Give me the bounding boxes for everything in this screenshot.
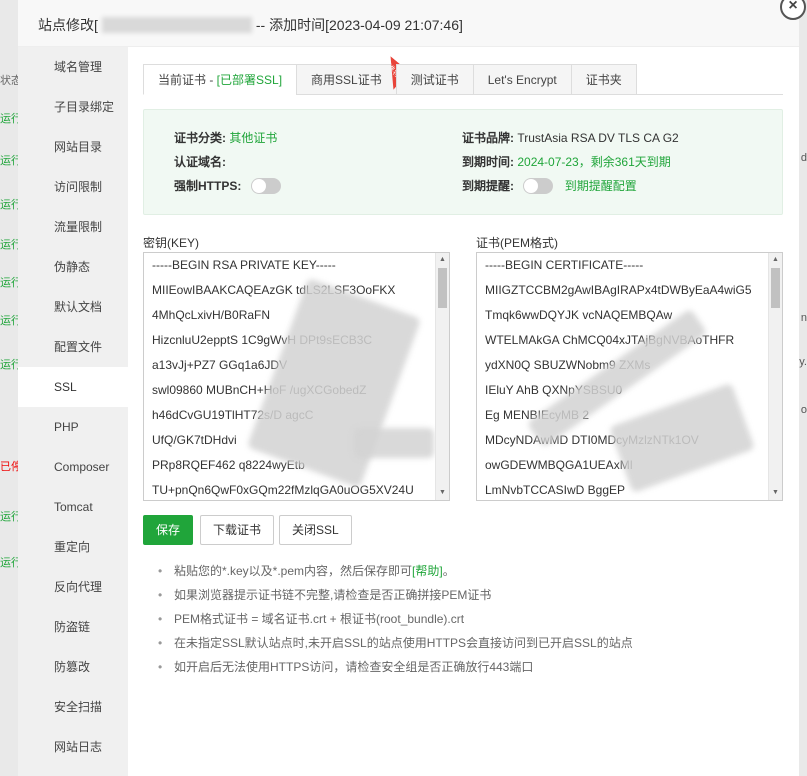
tip-1-text: 粘贴您的*.key以及*.pem内容，然后保存即可 [174,564,413,578]
sidebar-item-domains[interactable]: 域名管理 [18,47,128,87]
sidebar-item-reverse-proxy[interactable]: 反向代理 [18,567,128,607]
sidebar-item-config-file[interactable]: 配置文件 [18,327,128,367]
help-link[interactable]: [帮助] [412,564,443,578]
sidebar-item-composer[interactable]: Composer [18,447,128,487]
force-https-row: 强制HTTPS: [174,176,281,196]
sidebar-item-tamper-proof[interactable]: 防篡改 [18,647,128,687]
cert-brand-row: 证书品牌: TrustAsia RSA DV TLS CA G2 [462,128,679,148]
sidebar-item-default-doc[interactable]: 默认文档 [18,287,128,327]
site-edit-dialog: 站点修改[ -- 添加时间[2023-04-09 21:07:46] 域名管理 子… [18,0,799,776]
tip-item: PEM格式证书 = 域名证书.crt + 根证书(root_bundle).cr… [158,607,633,631]
sidebar-item-site-logs[interactable]: 网站日志 [18,727,128,767]
scroll-down-arrow-icon[interactable]: ▼ [769,486,782,500]
ssl-deployed-status: [已部署SSL] [216,73,283,87]
sidebar-item-access-limit[interactable]: 访问限制 [18,167,128,207]
sidebar-item-subdir-binding[interactable]: 子目录绑定 [18,87,128,127]
expiry-reminder-toggle[interactable] [523,178,554,194]
sidebar-item-redirect[interactable]: 重定向 [18,527,128,567]
redacted-site-name [101,17,252,33]
settings-sidebar: 域名管理 子目录绑定 网站目录 访问限制 流量限制 伪静态 默认文档 配置文件 … [18,47,128,776]
tab-letsencrypt[interactable]: Let's Encrypt [472,64,571,95]
bg-fragment: d [800,152,807,164]
tab-test-cert[interactable]: 测试证书 [395,64,473,95]
dialog-title: 站点修改[ -- 添加时间[2023-04-09 21:07:46] [18,0,799,47]
redaction-smudge [354,428,434,458]
expiry-reminder-row: 到期提醒: 到期提醒配置 [462,176,637,196]
ssl-tabs: 当前证书 - [已部署SSL] 商用SSL证书 推荐 测试证书 Let's En… [143,64,783,95]
expiry-reminder-config-link[interactable]: 到期提醒配置 [565,179,637,193]
cert-expiry-value: 2024-07-23，剩余361天到期 [517,155,671,169]
cert-line: Tmqk6wwDQYJK vcNAQEMBQAw [485,308,673,322]
download-cert-button[interactable]: 下载证书 [200,515,275,545]
cert-brand-label: 证书品牌: [462,131,514,145]
ssl-tips-list: 粘贴您的*.key以及*.pem内容，然后保存即可[帮助]。 如果浏览器提示证书… [158,559,633,679]
key-line: TU+pnQn6QwF0xGQm22fMzlqGA0uOG5XV24U [152,483,414,497]
tip-item: 如开启后无法使用HTTPS访问，请检查安全组是否正确放行443端口 [158,655,633,679]
tab-current-cert-label: 当前证书 - [158,73,217,87]
sidebar-item-ssl[interactable]: SSL [18,367,128,407]
sidebar-item-hotlink[interactable]: 防盗链 [18,607,128,647]
cert-scrollbar[interactable]: ▲ ▼ [768,253,782,500]
key-scrollbar[interactable]: ▲ ▼ [435,253,449,500]
tab-cert-folder[interactable]: 证书夹 [570,64,637,95]
tip-item: 粘贴您的*.key以及*.pem内容，然后保存即可[帮助]。 [158,559,633,583]
close-ssl-button[interactable]: 关闭SSL [279,515,352,545]
cert-category-label: 证书分类: [174,131,226,145]
cert-expiry-label: 到期时间: [462,155,514,169]
background-page: 状态 运行 运行 运行 运行 运行 运行 运行 已停 运行 运行 [0,0,22,776]
tab-commercial-ssl[interactable]: 商用SSL证书 推荐 [296,64,396,95]
dialog-title-prefix: 站点修改[ [38,17,98,33]
scroll-thumb[interactable] [771,268,780,308]
tab-commercial-ssl-label: 商用SSL证书 [311,73,382,87]
scroll-down-arrow-icon[interactable]: ▼ [436,486,449,500]
key-line: -----BEGIN RSA PRIVATE KEY----- [152,258,336,272]
cert-line: MIIGZTCCBM2gAwIBAgIRAPx4tDWByEaA4wiG5 [485,283,752,297]
cert-category-value: 其他证书 [229,131,278,145]
cert-domain-label: 认证域名: [174,155,226,169]
force-https-toggle[interactable] [250,178,281,194]
scroll-up-arrow-icon[interactable]: ▲ [769,253,782,267]
cert-domain-row: 认证域名: [174,152,226,172]
background-page-right: d n y. o [799,0,807,776]
cert-expiry-row: 到期时间: 2024-07-23，剩余361天到期 [462,152,671,172]
certificate-textarea[interactable]: -----BEGIN CERTIFICATE----- MIIGZTCCBM2g… [476,252,783,501]
sidebar-item-rewrite[interactable]: 伪静态 [18,247,128,287]
private-key-textarea[interactable]: -----BEGIN RSA PRIVATE KEY----- MIIEowIB… [143,252,450,501]
cert-box-label: 证书(PEM格式) [476,236,558,250]
force-https-label: 强制HTTPS: [174,179,242,193]
tip-item: 在未指定SSL默认站点时,未开启SSL的站点使用HTTPS会直接访问到已开启SS… [158,631,633,655]
scroll-thumb[interactable] [438,268,447,308]
sidebar-item-security-scan[interactable]: 安全扫描 [18,687,128,727]
tip-item: 如果浏览器提示证书链不完整,请检查是否正确拼接PEM证书 [158,583,633,607]
sidebar-item-site-directory[interactable]: 网站目录 [18,127,128,167]
ssl-panel: 当前证书 - [已部署SSL] 商用SSL证书 推荐 测试证书 Let's En… [128,47,799,776]
cert-category-row: 证书分类: 其他证书 [174,128,277,148]
key-box-label: 密钥(KEY) [143,236,200,250]
cert-brand-value: TrustAsia RSA DV TLS CA G2 [517,131,679,145]
cert-line: -----BEGIN CERTIFICATE----- [485,258,644,272]
sidebar-item-traffic-limit[interactable]: 流量限制 [18,207,128,247]
sidebar-item-php[interactable]: PHP [18,407,128,447]
sidebar-item-tomcat[interactable]: Tomcat [18,487,128,527]
scroll-up-arrow-icon[interactable]: ▲ [436,253,449,267]
bg-fragment: n [800,312,807,324]
key-line: MIIEowIBAAKCAQEAzGK tdLS2LSF3OoFKX [152,283,396,297]
expiry-reminder-label: 到期提醒: [462,179,514,193]
save-button[interactable]: 保存 [143,515,194,545]
tab-current-cert[interactable]: 当前证书 - [已部署SSL] [143,64,297,95]
tip-1-end: 。 [442,564,455,578]
bg-fragment: o [800,404,807,416]
dialog-title-suffix: -- 添加时间[2023-04-09 21:07:46] [255,17,463,33]
bg-fragment: y. [799,356,807,368]
cert-info-panel: 证书分类: 其他证书 认证域名: 强制HTTPS: 证书品牌: TrustAsi… [143,109,783,215]
